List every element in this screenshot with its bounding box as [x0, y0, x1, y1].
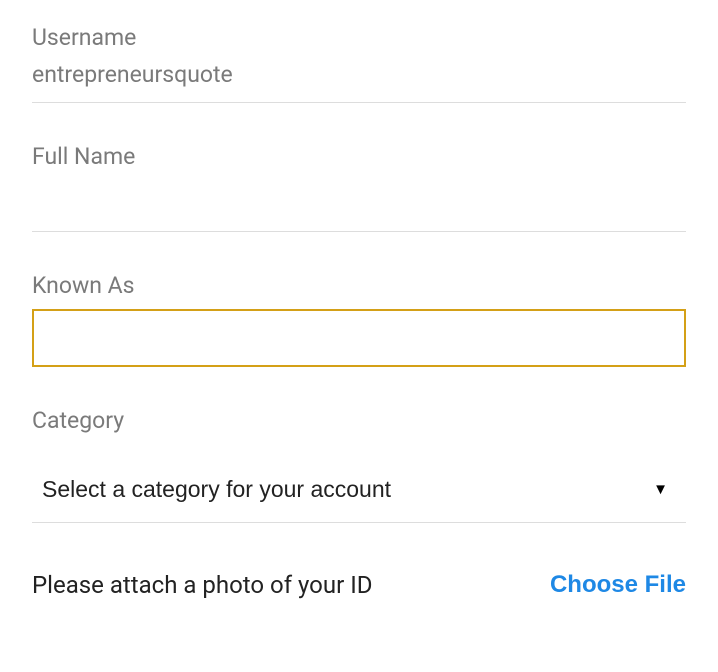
fullname-group: Full Name [32, 143, 686, 232]
attach-label: Please attach a photo of your ID [32, 571, 372, 599]
username-value: entrepreneursquote [32, 61, 686, 103]
knownas-group: Known As [32, 272, 686, 367]
knownas-label: Known As [32, 272, 686, 299]
username-group: Username entrepreneursquote [32, 24, 686, 103]
fullname-input[interactable] [32, 180, 686, 232]
fullname-label: Full Name [32, 143, 686, 170]
category-label: Category [32, 407, 686, 434]
knownas-input[interactable] [32, 309, 686, 367]
username-label: Username [32, 24, 686, 51]
attach-row: Please attach a photo of your ID Choose … [32, 571, 686, 599]
category-group: Category Select a category for your acco… [32, 407, 686, 523]
choose-file-button[interactable]: Choose File [550, 571, 686, 599]
category-select-wrapper: Select a category for your account ▼ [32, 456, 686, 523]
category-select[interactable]: Select a category for your account [32, 456, 686, 522]
